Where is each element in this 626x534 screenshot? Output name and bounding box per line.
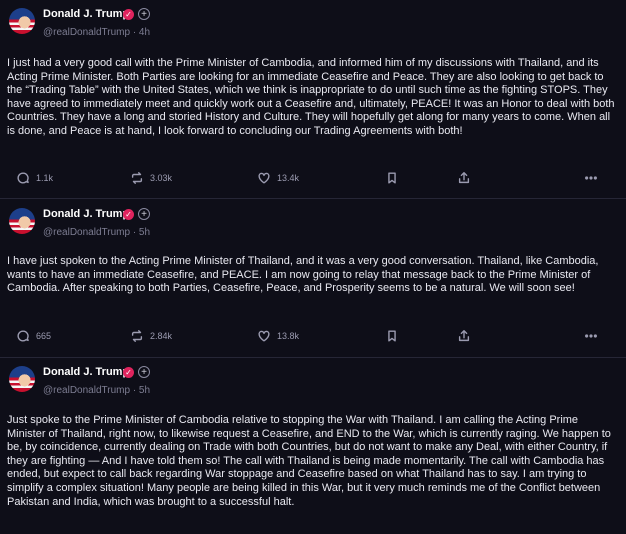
retruth-icon: [131, 330, 143, 342]
reply-button[interactable]: 1.1k: [16, 168, 53, 188]
avatar[interactable]: [9, 366, 35, 392]
share-icon: [458, 172, 470, 184]
retruth-button[interactable]: 2.84k: [130, 326, 172, 346]
author-name[interactable]: Donald J. Trump: [43, 366, 129, 378]
bookmark-icon: [388, 330, 396, 342]
like-button[interactable]: 13.8k: [257, 326, 299, 346]
bookmark-button[interactable]: [385, 168, 399, 188]
post-body: I have just spoken to the Acting Prime M…: [7, 255, 599, 295]
post-body: I just had a very good call with the Pri…: [7, 57, 615, 137]
like-count: 13.8k: [277, 331, 300, 341]
reply-count: 1.1k: [36, 173, 54, 183]
more-button[interactable]: [584, 168, 598, 188]
bookmark-icon: [388, 172, 396, 184]
plus-icon[interactable]: +: [138, 366, 150, 378]
author-name[interactable]: Donald J. Trump: [43, 208, 129, 220]
like-button[interactable]: 13.4k: [257, 168, 299, 188]
verified-badge-icon: ✓: [123, 209, 134, 220]
more-icon: [585, 334, 597, 338]
avatar[interactable]: [9, 8, 35, 34]
author-name[interactable]: Donald J. Trump: [43, 8, 129, 20]
retruth-button[interactable]: 3.03k: [130, 168, 172, 188]
author-handle-time[interactable]: @realDonaldTrump · 5h: [43, 227, 150, 238]
more-button[interactable]: [584, 326, 598, 346]
post-actions: 665 2.84k 13.8k: [0, 326, 626, 346]
verified-badge-icon: ✓: [123, 9, 134, 20]
bookmark-button[interactable]: [385, 326, 399, 346]
author-handle-time[interactable]: @realDonaldTrump · 5h: [43, 385, 150, 396]
retruth-count: 2.84k: [150, 331, 173, 341]
heart-icon: [258, 330, 270, 342]
heart-icon: [258, 172, 270, 184]
share-button[interactable]: [457, 326, 471, 346]
post-divider: [0, 357, 626, 358]
reply-icon: [17, 330, 29, 342]
reply-icon: [17, 172, 29, 184]
author-handle-time[interactable]: @realDonaldTrump · 4h: [43, 27, 150, 38]
more-icon: [585, 176, 597, 180]
like-count: 13.4k: [277, 173, 300, 183]
verified-badge-icon: ✓: [123, 367, 134, 378]
post-actions: 1.1k 3.03k 13.4k: [0, 168, 626, 188]
retruth-icon: [131, 172, 143, 184]
plus-icon[interactable]: +: [138, 208, 150, 220]
plus-icon[interactable]: +: [138, 8, 150, 20]
reply-button[interactable]: 665: [16, 326, 51, 346]
post-body: Just spoke to the Prime Minister of Camb…: [7, 414, 611, 508]
retruth-count: 3.03k: [150, 173, 173, 183]
post-divider: [0, 198, 626, 199]
share-icon: [458, 330, 470, 342]
avatar[interactable]: [9, 208, 35, 234]
share-button[interactable]: [457, 168, 471, 188]
reply-count: 665: [36, 331, 52, 341]
